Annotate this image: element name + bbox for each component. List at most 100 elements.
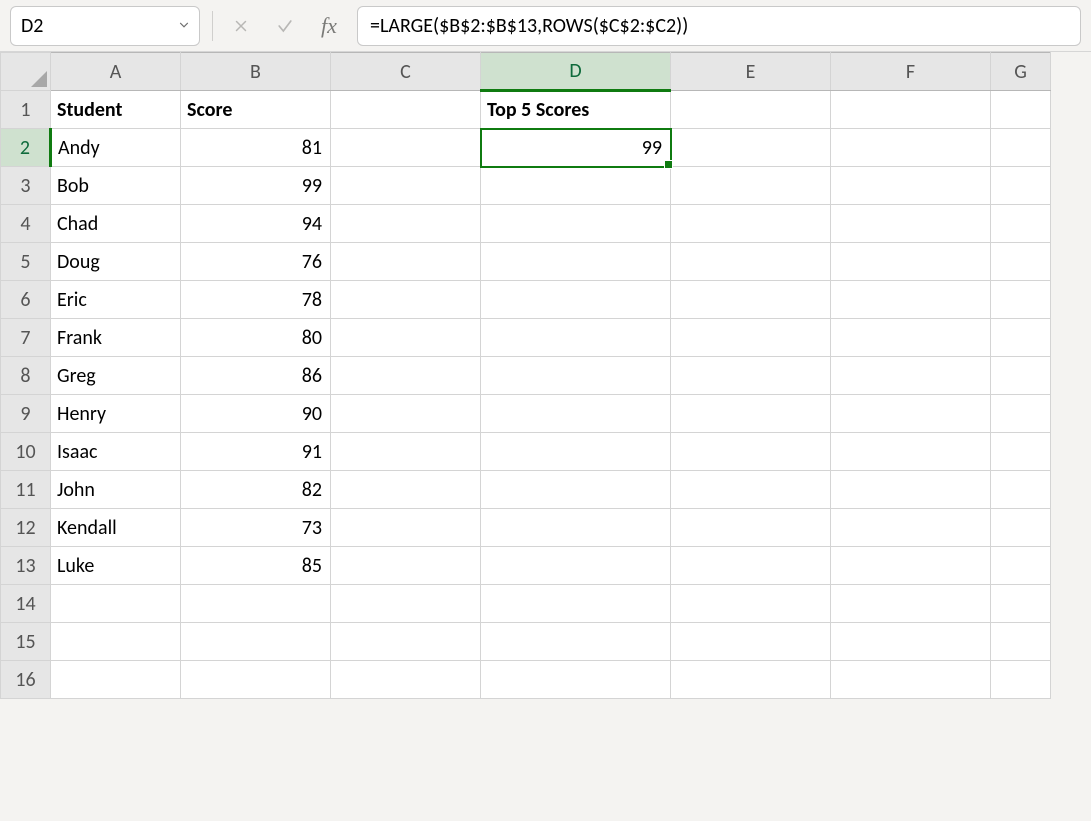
row-header-8[interactable]: 8 (1, 357, 51, 395)
cell-G1[interactable] (991, 91, 1051, 129)
cancel-icon[interactable] (225, 10, 257, 42)
cell-G13[interactable] (991, 547, 1051, 585)
col-header-B[interactable]: B (181, 53, 331, 91)
row-header-1[interactable]: 1 (1, 91, 51, 129)
cell-G12[interactable] (991, 509, 1051, 547)
cell-B2[interactable]: 81 (181, 129, 331, 167)
cell-C14[interactable] (331, 585, 481, 623)
cell-E7[interactable] (671, 319, 831, 357)
chevron-down-icon[interactable] (177, 14, 191, 38)
cell-F9[interactable] (831, 395, 991, 433)
cell-G10[interactable] (991, 433, 1051, 471)
cell-E8[interactable] (671, 357, 831, 395)
cell-D8[interactable] (481, 357, 671, 395)
row-header-5[interactable]: 5 (1, 243, 51, 281)
cell-A8[interactable]: Greg (51, 357, 181, 395)
cell-G8[interactable] (991, 357, 1051, 395)
row-header-7[interactable]: 7 (1, 319, 51, 357)
cell-C11[interactable] (331, 471, 481, 509)
cell-D7[interactable] (481, 319, 671, 357)
cell-A1[interactable]: Student (51, 91, 181, 129)
cell-C8[interactable] (331, 357, 481, 395)
row-header-3[interactable]: 3 (1, 167, 51, 205)
cell-C13[interactable] (331, 547, 481, 585)
cell-D5[interactable] (481, 243, 671, 281)
cell-D14[interactable] (481, 585, 671, 623)
row-header-10[interactable]: 10 (1, 433, 51, 471)
cell-G14[interactable] (991, 585, 1051, 623)
cell-B5[interactable]: 76 (181, 243, 331, 281)
cell-G9[interactable] (991, 395, 1051, 433)
cell-B9[interactable]: 90 (181, 395, 331, 433)
select-all-corner[interactable] (1, 53, 51, 91)
cell-A3[interactable]: Bob (51, 167, 181, 205)
cell-C5[interactable] (331, 243, 481, 281)
cell-E15[interactable] (671, 623, 831, 661)
row-header-16[interactable]: 16 (1, 661, 51, 699)
cell-F13[interactable] (831, 547, 991, 585)
sheet-grid[interactable]: ABCDEFG 1StudentScoreTop 5 Scores2Andy81… (0, 52, 1051, 699)
cell-E10[interactable] (671, 433, 831, 471)
col-header-A[interactable]: A (51, 53, 181, 91)
formula-bar[interactable]: =LARGE($B$2:$B$13,ROWS($C$2:$C2)) (357, 6, 1081, 46)
cell-E16[interactable] (671, 661, 831, 699)
cell-F16[interactable] (831, 661, 991, 699)
enter-icon[interactable] (269, 10, 301, 42)
cell-B10[interactable]: 91 (181, 433, 331, 471)
cell-B4[interactable]: 94 (181, 205, 331, 243)
row-header-14[interactable]: 14 (1, 585, 51, 623)
row-header-13[interactable]: 13 (1, 547, 51, 585)
cell-D6[interactable] (481, 281, 671, 319)
cell-G4[interactable] (991, 205, 1051, 243)
cell-E2[interactable] (671, 129, 831, 167)
col-header-C[interactable]: C (331, 53, 481, 91)
cell-F15[interactable] (831, 623, 991, 661)
cell-E9[interactable] (671, 395, 831, 433)
cell-A12[interactable]: Kendall (51, 509, 181, 547)
col-header-E[interactable]: E (671, 53, 831, 91)
cell-F8[interactable] (831, 357, 991, 395)
cell-G16[interactable] (991, 661, 1051, 699)
cell-G3[interactable] (991, 167, 1051, 205)
cell-A7[interactable]: Frank (51, 319, 181, 357)
cell-C15[interactable] (331, 623, 481, 661)
cell-A16[interactable] (51, 661, 181, 699)
cell-C2[interactable] (331, 129, 481, 167)
cell-F10[interactable] (831, 433, 991, 471)
cell-A13[interactable]: Luke (51, 547, 181, 585)
cell-E13[interactable] (671, 547, 831, 585)
cell-B12[interactable]: 73 (181, 509, 331, 547)
row-header-12[interactable]: 12 (1, 509, 51, 547)
cell-A15[interactable] (51, 623, 181, 661)
cell-E3[interactable] (671, 167, 831, 205)
cell-F2[interactable] (831, 129, 991, 167)
cell-G5[interactable] (991, 243, 1051, 281)
cell-B14[interactable] (181, 585, 331, 623)
cell-E14[interactable] (671, 585, 831, 623)
cell-D9[interactable] (481, 395, 671, 433)
cell-D15[interactable] (481, 623, 671, 661)
cell-G7[interactable] (991, 319, 1051, 357)
row-header-4[interactable]: 4 (1, 205, 51, 243)
cell-D16[interactable] (481, 661, 671, 699)
cell-G11[interactable] (991, 471, 1051, 509)
col-header-D[interactable]: D (481, 53, 671, 91)
cell-B13[interactable]: 85 (181, 547, 331, 585)
cell-D12[interactable] (481, 509, 671, 547)
cell-A11[interactable]: John (51, 471, 181, 509)
cell-C1[interactable] (331, 91, 481, 129)
col-header-F[interactable]: F (831, 53, 991, 91)
cell-A2[interactable]: Andy (51, 129, 181, 167)
cell-B8[interactable]: 86 (181, 357, 331, 395)
cell-F14[interactable] (831, 585, 991, 623)
cell-F12[interactable] (831, 509, 991, 547)
cell-B1[interactable]: Score (181, 91, 331, 129)
cell-G15[interactable] (991, 623, 1051, 661)
cell-D1[interactable]: Top 5 Scores (481, 91, 671, 129)
cell-A9[interactable]: Henry (51, 395, 181, 433)
col-header-G[interactable]: G (991, 53, 1051, 91)
row-header-15[interactable]: 15 (1, 623, 51, 661)
cell-D11[interactable] (481, 471, 671, 509)
cell-B16[interactable] (181, 661, 331, 699)
cell-E1[interactable] (671, 91, 831, 129)
